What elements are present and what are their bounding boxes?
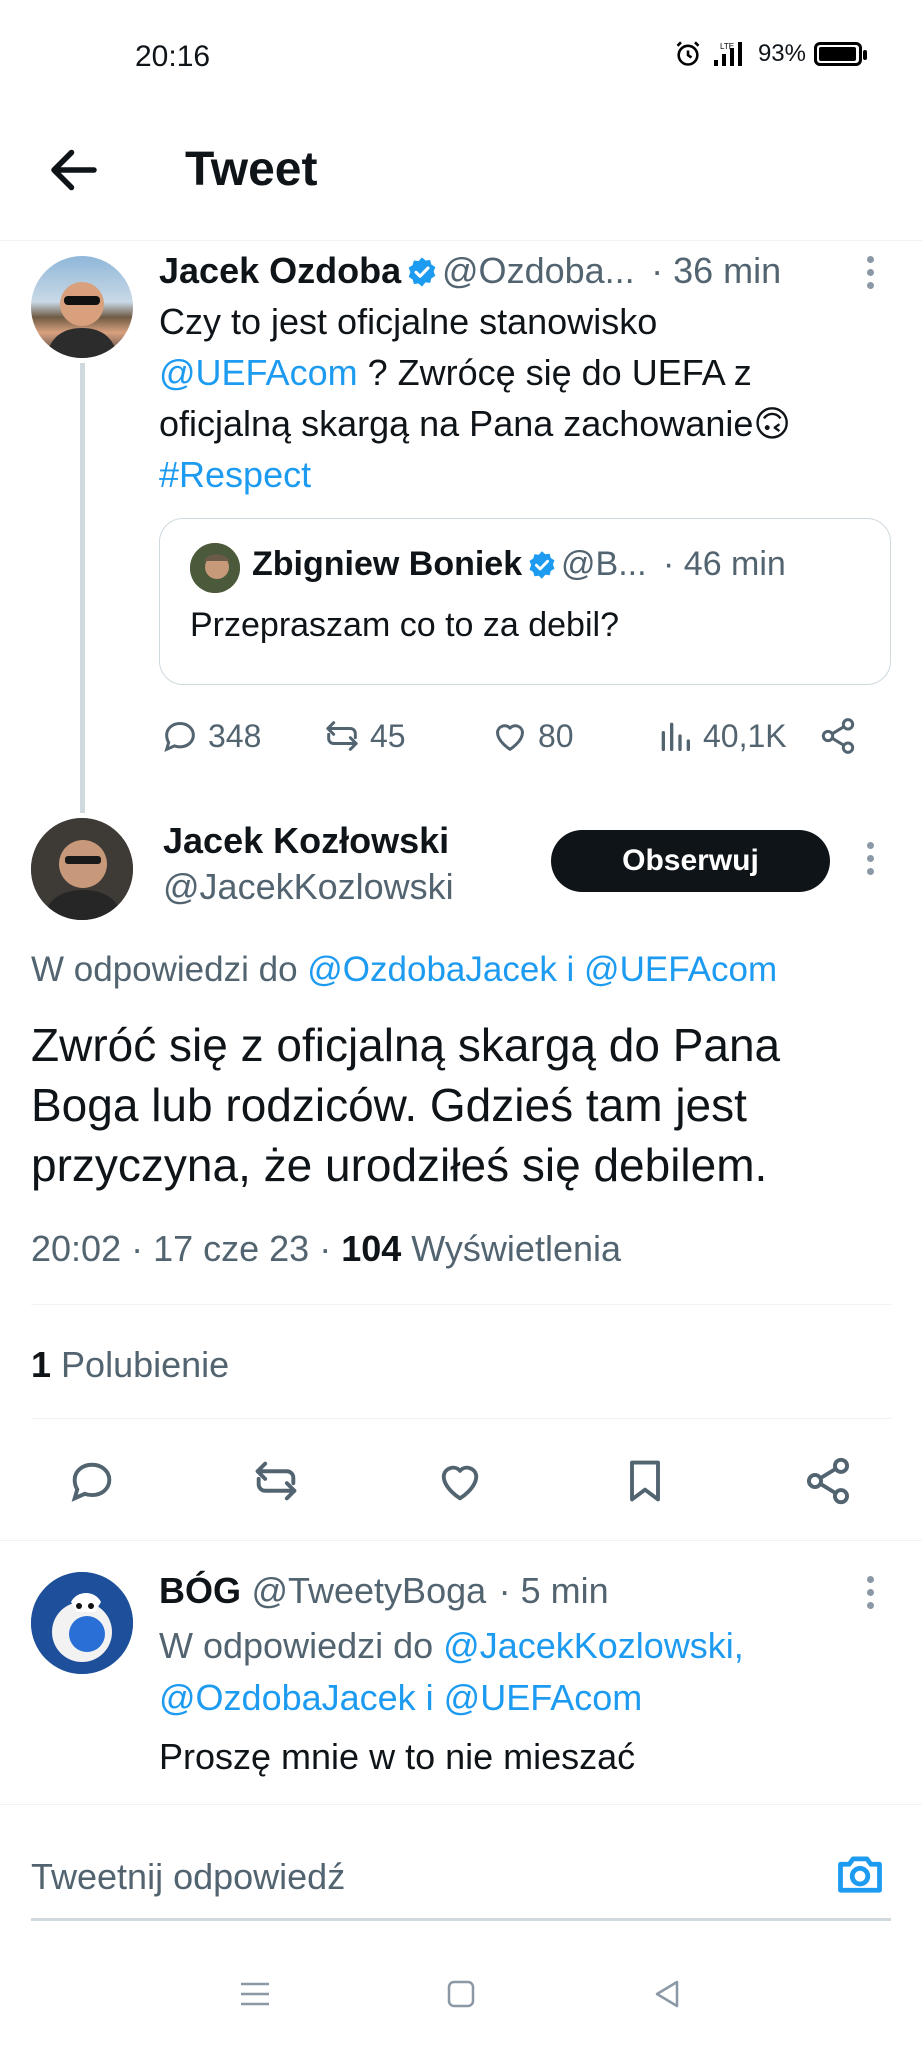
author-name[interactable]: Jacek Ozdoba [159, 250, 401, 291]
author-handle[interactable]: @Ozdoba... [442, 250, 635, 291]
like-count: 80 [538, 717, 574, 754]
reply-mentions-2[interactable]: @OzdobaJacek i @UEFAcom [159, 1672, 899, 1724]
like-button[interactable]: 80 [490, 716, 574, 756]
follow-button[interactable]: Obserwuj [551, 830, 830, 892]
battery-icon [814, 42, 867, 66]
reply-to-line: W odpowiedzi do @OzdobaJacek i @UEFAcom [31, 950, 777, 990]
status-icons: LTE 93% [674, 40, 867, 68]
header-divider [0, 240, 922, 241]
verified-badge-icon [408, 257, 435, 287]
reply-tweet-header: BÓG @TweetyBoga · 5 min [159, 1570, 609, 1612]
reply-to-mentions[interactable]: @OzdobaJacek i @UEFAcom [307, 950, 777, 989]
composer-underline [31, 1918, 891, 1921]
parent-line-2: ? Zwrócę się do UEFA z [357, 352, 752, 393]
quoted-tweet-header: Zbigniew Boniek @B... · 46 min [252, 545, 786, 584]
status-time: 20:16 [135, 40, 211, 73]
reply-to-block: W odpowiedzi do @JacekKozlowski, @Ozdoba… [159, 1620, 899, 1724]
more-options-icon[interactable] [864, 256, 876, 295]
tweet-metadata: 20:02 · 17 cze 23 · 104 Wyświetlenia [31, 1228, 621, 1270]
views-chart-icon [661, 722, 690, 751]
heart-icon[interactable] [434, 1455, 486, 1507]
more-options-icon[interactable] [864, 1576, 876, 1615]
reply-tweet-time: · 5 min [498, 1570, 609, 1611]
menu-nav-icon[interactable] [237, 1976, 273, 2012]
retweet-icon[interactable] [250, 1455, 302, 1507]
reply-to-prefix: W odpowiedzi do [31, 950, 298, 989]
retweet-count: 45 [370, 717, 406, 754]
reply-mentions-1[interactable]: @JacekKozlowski, [443, 1625, 744, 1666]
heart-icon [496, 724, 524, 751]
tweet-timestamp[interactable]: 20:02 · 17 cze 23 · [31, 1228, 341, 1269]
views-button[interactable]: 40,1K [655, 716, 787, 756]
reply-icon [164, 721, 195, 753]
tweet-time: · 36 min [651, 250, 782, 291]
views-count-main: 104 [341, 1228, 402, 1269]
metadata-divider [31, 1304, 891, 1305]
actions-divider [0, 1540, 922, 1541]
avatar-zbigniew-boniek [190, 543, 240, 593]
likes-count: 1 [31, 1344, 52, 1385]
more-options-icon[interactable] [864, 842, 876, 881]
avatar-bog[interactable] [31, 1572, 133, 1674]
quoted-tweet-text: Przepraszam co to za debil? [190, 606, 619, 644]
reply-prefix: W odpowiedzi do [159, 1625, 434, 1666]
reply-author-name[interactable]: BÓG [159, 1570, 241, 1611]
page-title: Tweet [185, 143, 318, 196]
reply-tweet-text: Proszę mnie w to nie mieszać [159, 1736, 636, 1777]
system-navbar [0, 1940, 922, 2048]
parent-tweet-text: Czy to jest oficjalne stanowisko @UEFAco… [159, 296, 899, 500]
alarm-icon [676, 41, 700, 66]
avatar-jacek-kozlowski[interactable] [31, 818, 133, 920]
quoted-tweet-time: · 46 min [663, 545, 786, 583]
reply-button[interactable]: 348 [160, 716, 261, 756]
mention-uefacom[interactable]: @UEFAcom [159, 352, 358, 393]
views-count: 40,1K [703, 717, 787, 754]
back-nav-icon[interactable] [649, 1976, 685, 2012]
reply-author-handle[interactable]: @TweetyBoga [251, 1570, 486, 1611]
bookmark-icon[interactable] [619, 1455, 671, 1507]
camera-icon[interactable] [834, 1848, 886, 1900]
share-icon[interactable] [802, 1455, 854, 1507]
verified-badge-icon [529, 551, 555, 579]
main-author-handle[interactable]: @JacekKozlowski [163, 866, 454, 908]
views-label: Wyświetlenia [401, 1228, 622, 1269]
reply-icon[interactable] [66, 1455, 118, 1507]
battery-percent: 93% [757, 40, 806, 67]
hashtag-respect[interactable]: #Respect [159, 449, 899, 500]
home-nav-icon[interactable] [443, 1976, 479, 2012]
likes-divider [31, 1418, 891, 1419]
signal-icon: LTE [713, 42, 742, 66]
reply-composer-input[interactable]: Tweetnij odpowiedź [31, 1856, 345, 1898]
reply-count: 348 [208, 717, 262, 754]
parent-line-1: Czy to jest oficjalne stanowisko [159, 301, 658, 342]
likes-label: Polubienie [51, 1344, 230, 1385]
parent-tweet-header: Jacek Ozdoba @Ozdoba... · 36 min [159, 250, 781, 292]
share-icon[interactable] [818, 716, 858, 756]
main-tweet-text: Zwróć się z oficjalną skargą do Pana Bog… [31, 1019, 781, 1191]
reply-divider [0, 1804, 922, 1805]
main-author-name[interactable]: Jacek Kozłowski [163, 820, 449, 862]
parent-line-3: oficjalną skargą na Pana zachowanie🙃 [159, 403, 791, 444]
quoted-author-handle: @B... [561, 545, 647, 583]
quoted-author-name: Zbigniew Boniek [252, 545, 523, 583]
lte-label: LTE [720, 42, 734, 51]
avatar-jacek-ozdoba[interactable] [31, 256, 133, 358]
back-arrow-icon[interactable] [44, 140, 104, 200]
retweet-button[interactable]: 45 [322, 716, 406, 756]
retweet-icon [326, 721, 358, 751]
quoted-tweet[interactable] [159, 518, 891, 685]
likes-summary[interactable]: 1 Polubienie [31, 1344, 229, 1386]
thread-line [80, 363, 85, 813]
